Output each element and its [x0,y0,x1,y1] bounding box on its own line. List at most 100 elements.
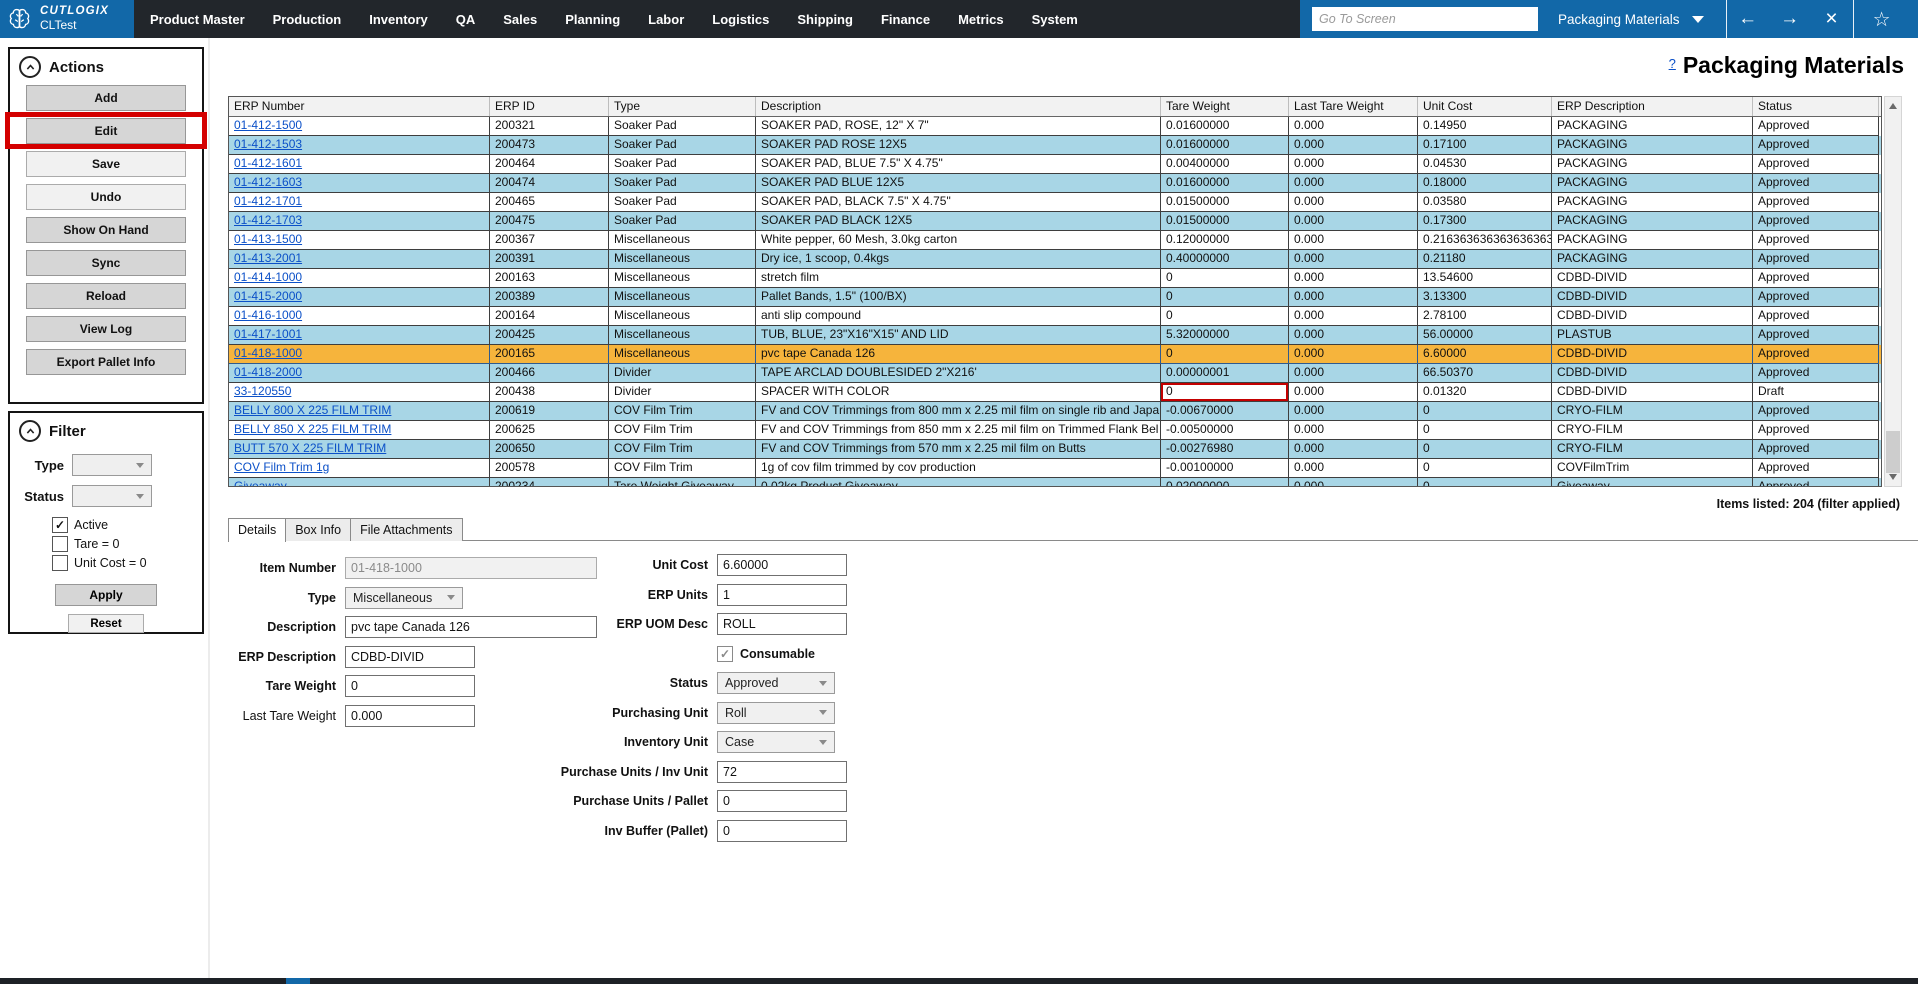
column-header-last-tare-weight[interactable]: Last Tare Weight [1289,97,1418,116]
show-on-hand-button[interactable]: Show On Hand [26,216,186,243]
erp-uom-desc-input[interactable] [717,613,847,635]
table-row[interactable]: 01-413-2001 200391 Miscellaneous Dry ice, 1… [229,250,1881,269]
status-select[interactable]: Approved [717,672,835,694]
save-button[interactable]: Save [26,150,186,177]
checkbox-active[interactable]: ✓ Active [52,517,202,533]
last-tare-weight-input[interactable] [345,704,475,727]
erp-units-input[interactable] [717,583,847,606]
erp-number-link[interactable]: 33-120550 [229,383,490,402]
table-row[interactable]: BELLY 850 X 225 FILM TRIM 200625 COV Film … [229,421,1881,440]
erp-number-link[interactable]: 01-418-1000 [229,345,490,364]
favorite-star-icon[interactable]: ☆ [1854,0,1910,38]
close-icon[interactable]: × [1811,0,1853,38]
column-header-type[interactable]: Type [609,97,756,116]
column-header-unit-cost[interactable]: Unit Cost [1418,97,1552,116]
tab-file-attachments[interactable]: File Attachments [350,518,463,541]
scrollbar-thumb[interactable] [1886,431,1900,473]
help-link[interactable]: ? [1669,56,1676,71]
menu-item-product-master[interactable]: Product Master [150,12,245,27]
table-row[interactable]: 01-412-1603 200474 Soaker Pad SOAKER PAD BL… [229,174,1881,193]
table-row[interactable]: Giveaway 200234 Tare Weight Giveaway 0.02kg… [229,478,1881,486]
add-button[interactable]: Add [26,84,186,111]
erp-number-link[interactable]: 01-418-2000 [229,364,490,383]
status-filter-dropdown[interactable] [72,485,152,507]
export-pallet-info-button[interactable]: Export Pallet Info [26,348,186,375]
erp-number-link[interactable]: 01-413-2001 [229,250,490,269]
menu-item-labor[interactable]: Labor [648,12,684,27]
menu-item-qa[interactable]: QA [456,12,476,27]
back-arrow-icon[interactable]: ← [1727,0,1769,38]
table-row[interactable]: 01-412-1500 200321 Soaker Pad SOAKER PAD, R… [229,117,1881,136]
type-filter-dropdown[interactable] [72,454,152,476]
erp-number-link[interactable]: BUTT 570 X 225 FILM TRIM [229,440,490,459]
menu-item-finance[interactable]: Finance [881,12,930,27]
forward-arrow-icon[interactable]: → [1769,0,1811,38]
checkbox-tare-0[interactable]: Tare = 0 [52,536,202,552]
scroll-down-icon[interactable] [1889,474,1897,480]
erp-number-link[interactable]: 01-412-1701 [229,193,490,212]
table-row[interactable]: 01-413-1500 200367 Miscellaneous White pepp… [229,231,1881,250]
erp-number-link[interactable]: 01-417-1001 [229,326,490,345]
erp-number-link[interactable]: 01-412-1603 [229,174,490,193]
erp-number-link[interactable]: 01-414-1000 [229,269,490,288]
column-header-erp-number[interactable]: ERP Number [229,97,490,116]
menu-item-logistics[interactable]: Logistics [712,12,769,27]
view-log-button[interactable]: View Log [26,315,186,342]
table-row[interactable]: 01-418-1000 200165 Miscellaneous pvc tape C… [229,345,1881,364]
checkbox-consumable[interactable]: ✓ Consumable [717,645,815,662]
edit-button[interactable]: Edit [26,117,186,144]
reset-button[interactable]: Reset [68,614,144,633]
table-row[interactable]: 33-120550 200438 Divider SPACER WITH COLOR 0… [229,383,1881,402]
column-header-status[interactable]: Status [1753,97,1879,116]
tare-weight-input[interactable] [345,675,475,697]
erp-number-link[interactable]: 01-412-1703 [229,212,490,231]
column-header-erp-description[interactable]: ERP Description [1552,97,1753,116]
table-row[interactable]: 01-418-2000 200466 Divider TAPE ARCLAD DOUB… [229,364,1881,383]
scroll-up-icon[interactable] [1889,103,1897,109]
erp-number-link[interactable]: 01-412-1503 [229,136,490,155]
erp-number-link[interactable]: 01-416-1000 [229,307,490,326]
vertical-scrollbar[interactable] [1884,96,1902,487]
purchase-units-inv-unit-input[interactable] [717,760,847,783]
type-select[interactable]: Miscellaneous [345,586,463,609]
table-row[interactable]: 01-415-2000 200389 Miscellaneous Pallet Ban… [229,288,1881,307]
screen-selector-dropdown[interactable]: Packaging Materials [1538,0,1726,38]
column-header-description[interactable]: Description [756,97,1161,116]
collapse-chevron-icon[interactable] [19,56,41,78]
purchase-units-pallet-input[interactable] [717,790,847,812]
erp-number-link[interactable]: COV Film Trim 1g [229,459,490,478]
menu-item-production[interactable]: Production [273,12,342,27]
purchasing-unit-select[interactable]: Roll [717,701,835,724]
menu-item-planning[interactable]: Planning [565,12,620,27]
column-header-tare-weight[interactable]: Tare Weight [1161,97,1289,116]
inv-buffer-pallet-input[interactable] [717,819,847,842]
tab-box-info[interactable]: Box Info [285,518,352,541]
checkbox-unit-cost-0[interactable]: Unit Cost = 0 [52,555,202,571]
erp-number-link[interactable]: Giveaway [229,478,490,486]
table-row[interactable]: 01-412-1701 200465 Soaker Pad SOAKER PAD, B… [229,193,1881,212]
table-row[interactable]: 01-417-1001 200425 Miscellaneous TUB, BLUE,… [229,326,1881,345]
sync-button[interactable]: Sync [26,249,186,276]
erp-description-input[interactable] [345,645,475,668]
menu-item-inventory[interactable]: Inventory [369,12,428,27]
menu-item-sales[interactable]: Sales [503,12,537,27]
menu-item-shipping[interactable]: Shipping [797,12,853,27]
go-to-screen-input[interactable] [1312,7,1538,31]
erp-number-link[interactable]: 01-412-1500 [229,117,490,136]
table-row[interactable]: 01-414-1000 200163 Miscellaneous stretch fi… [229,269,1881,288]
table-row[interactable]: 01-412-1703 200475 Soaker Pad SOAKER PAD BL… [229,212,1881,231]
menu-item-metrics[interactable]: Metrics [958,12,1004,27]
inventory-unit-select[interactable]: Case [717,731,835,753]
table-row[interactable]: 01-412-1601 200464 Soaker Pad SOAKER PAD, B… [229,155,1881,174]
erp-number-link[interactable]: BELLY 800 X 225 FILM TRIM [229,402,490,421]
table-row[interactable]: COV Film Trim 1g 200578 COV Film Trim 1g of… [229,459,1881,478]
undo-button[interactable]: Undo [26,183,186,210]
table-row[interactable]: 01-416-1000 200164 Miscellaneous anti slip … [229,307,1881,326]
erp-number-link[interactable]: 01-413-1500 [229,231,490,250]
erp-number-link[interactable]: 01-415-2000 [229,288,490,307]
unit-cost-input[interactable] [717,554,847,576]
table-row[interactable]: 01-412-1503 200473 Soaker Pad SOAKER PAD RO… [229,136,1881,155]
tab-details[interactable]: Details [228,518,287,542]
table-row[interactable]: BELLY 800 X 225 FILM TRIM 200619 COV Film … [229,402,1881,421]
column-header-erp-id[interactable]: ERP ID [490,97,609,116]
